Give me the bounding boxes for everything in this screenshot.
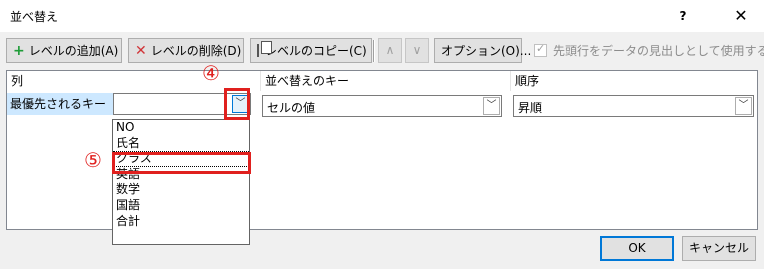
move-up-button[interactable]: ∧ bbox=[378, 38, 402, 63]
close-button[interactable]: ✕ bbox=[718, 0, 764, 32]
header-row-checkbox[interactable] bbox=[534, 42, 547, 57]
header-row-checkbox-label: 先頭行をデータの見出しとして使用する(H) bbox=[553, 44, 764, 58]
annotation-step5: ⑤ bbox=[84, 148, 102, 172]
dropdown-option[interactable]: 合計 bbox=[113, 214, 249, 230]
copy-icon bbox=[257, 41, 272, 57]
cancel-button[interactable]: キャンセル bbox=[682, 236, 756, 261]
options-button[interactable]: オプション(O)... bbox=[434, 38, 531, 63]
dropdown-option[interactable]: 数学 bbox=[113, 182, 249, 198]
dropdown-option[interactable]: 氏名 bbox=[113, 136, 249, 152]
move-down-button[interactable]: ∨ bbox=[405, 38, 429, 63]
column-dropdown-list: NO 氏名 クラス 英語 数学 国語 合計 bbox=[112, 119, 250, 245]
header-row-option[interactable]: 先頭行をデータの見出しとして使用する(H) bbox=[534, 42, 764, 59]
sort-on-select[interactable]: セルの値 ﹀ bbox=[262, 95, 502, 117]
column-header-column: 列 bbox=[11, 74, 24, 88]
dropdown-option-highlighted[interactable]: クラス bbox=[113, 151, 249, 167]
order-select[interactable]: 昇順 ﹀ bbox=[513, 95, 754, 117]
add-level-button[interactable]: + レベルの追加(A) bbox=[6, 38, 122, 63]
toolbar: + レベルの追加(A) ✕ レベルの削除(D) レベルのコピー(C) ∧ ∨ オ… bbox=[6, 38, 764, 64]
chevron-down-icon[interactable]: ﹀ bbox=[483, 97, 500, 115]
copy-level-button[interactable]: レベルのコピー(C) bbox=[250, 38, 372, 63]
title-bar: 並べ替え ? ✕ bbox=[0, 0, 764, 32]
toolbar-separator bbox=[373, 40, 375, 62]
order-value: 昇順 bbox=[518, 101, 543, 115]
dropdown-option[interactable]: 英語 bbox=[113, 167, 249, 183]
sort-level-row-label[interactable]: 最優先されるキー bbox=[7, 93, 113, 115]
dropdown-option[interactable]: NO bbox=[113, 120, 249, 136]
delete-x-icon: ✕ bbox=[135, 42, 147, 59]
chevron-down-icon[interactable]: ﹀ bbox=[232, 95, 249, 113]
column-header-order: 順序 bbox=[515, 74, 540, 88]
help-button[interactable]: ? bbox=[660, 0, 706, 32]
delete-level-button[interactable]: ✕ レベルの削除(D) bbox=[128, 38, 244, 63]
annotation-step4: ④ bbox=[202, 61, 220, 85]
dialog-title: 並べ替え bbox=[10, 10, 59, 24]
copy-level-label: レベルのコピー(C) bbox=[265, 44, 367, 58]
ok-button[interactable]: OK bbox=[600, 236, 674, 261]
add-level-label: レベルの追加(A) bbox=[28, 44, 119, 58]
column-header-sort-on: 並べ替えのキー bbox=[265, 74, 350, 88]
column-select[interactable]: ﹀ bbox=[113, 93, 251, 115]
grid-header: 列 並べ替えのキー 順序 bbox=[7, 71, 757, 91]
dropdown-option[interactable]: 国語 bbox=[113, 198, 249, 214]
sort-on-value: セルの値 bbox=[267, 101, 316, 115]
plus-icon: + bbox=[13, 42, 25, 59]
chevron-down-icon[interactable]: ﹀ bbox=[735, 97, 752, 115]
delete-level-label: レベルの削除(D) bbox=[150, 44, 242, 58]
options-label: オプション(O)... bbox=[441, 44, 532, 58]
